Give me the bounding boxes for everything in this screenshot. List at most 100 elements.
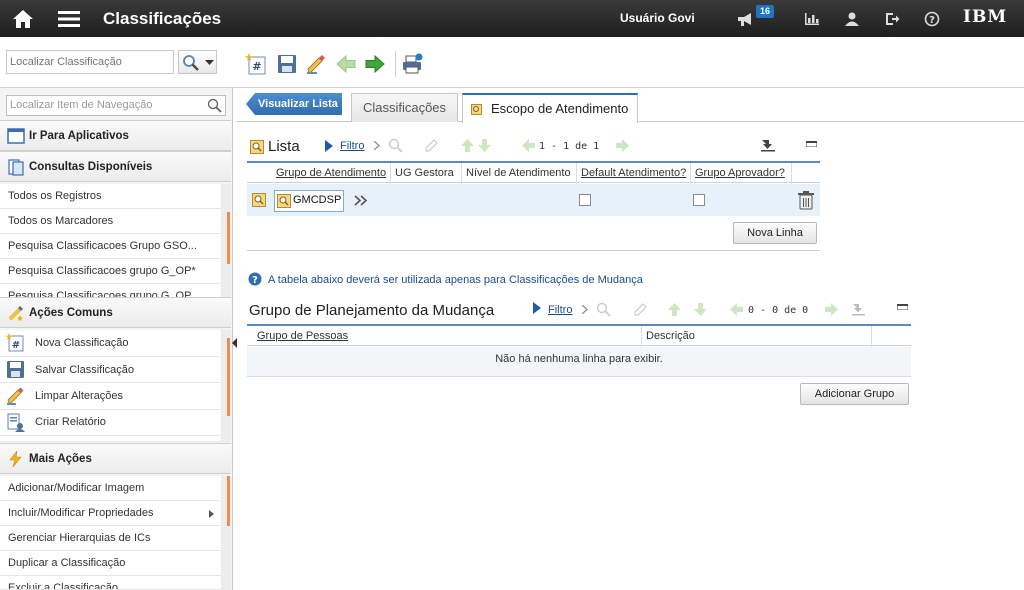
save-icon[interactable] — [276, 53, 298, 75]
divider — [247, 250, 820, 251]
table-row[interactable]: GMCDSP — [247, 184, 820, 216]
add-group-button[interactable]: Adicionar Grupo — [800, 383, 909, 405]
more-actions-section[interactable]: Mais Ações — [0, 443, 231, 474]
create-report-item[interactable]: Criar Relatório — [0, 410, 221, 436]
megaphone-icon[interactable] — [734, 0, 756, 37]
new-row-button[interactable]: Nova Linha — [733, 222, 817, 244]
row-detail-icon[interactable] — [252, 193, 266, 207]
lightning-icon — [9, 450, 22, 467]
home-icon[interactable] — [8, 0, 38, 37]
query-item[interactable]: Pesquisa Classificacoes Grupo GSO... — [0, 234, 221, 259]
previous-page-icon — [522, 139, 535, 152]
list-item — [0, 436, 221, 442]
common-actions-icon — [9, 305, 23, 321]
logout-icon[interactable] — [882, 0, 902, 37]
reports-icon[interactable] — [802, 0, 822, 37]
nav-search-input[interactable]: Localizar Item de Navegação — [6, 95, 226, 116]
query-item[interactable]: Todos os Marcadores — [0, 209, 221, 234]
column-header[interactable]: Grupo de Atendimento — [272, 163, 391, 184]
clear-changes-icon — [7, 387, 24, 405]
clear-changes-icon[interactable] — [305, 53, 327, 75]
service-group-value: GMCDSP — [293, 194, 342, 206]
queries-icon — [8, 158, 24, 176]
classification-search-input[interactable] — [6, 50, 174, 74]
search-options-button[interactable] — [178, 50, 217, 74]
tab-classifications[interactable]: Classificações — [351, 93, 458, 122]
next-page-icon — [616, 139, 629, 152]
planning-grid-header: Grupo de Pessoas Descrição — [247, 324, 911, 347]
minimize-icon[interactable] — [897, 304, 908, 310]
add-modify-image-item[interactable]: Adicionar/Modificar Imagem — [0, 476, 221, 501]
clear-changes-item[interactable]: Limpar Alterações — [0, 383, 221, 410]
download-icon[interactable] — [760, 139, 776, 152]
queries-scrollbar[interactable] — [221, 184, 231, 298]
top-bar: Classificações Usuário Govi 16 ? IBM — [0, 0, 1024, 37]
nav-search-icon[interactable] — [207, 98, 222, 113]
more-actions-scrollbar[interactable] — [221, 476, 231, 590]
empty-table-message: Não há nenhuma linha para exibir. — [247, 347, 911, 377]
available-queries-section[interactable]: Consultas Disponíveis — [0, 151, 231, 182]
next-arrow-icon[interactable] — [364, 53, 386, 75]
download-icon — [852, 304, 865, 316]
goto-applications-label: Ir Para Aplicativos — [29, 129, 129, 142]
notification-badge[interactable]: 16 — [756, 5, 775, 18]
planning-pager: 0 - 0 de 0 — [748, 305, 809, 316]
user-profile-icon[interactable] — [842, 0, 862, 37]
save-classification-item[interactable]: Salvar Classificação — [0, 357, 221, 383]
tab-scope-of-service[interactable]: Escopo de Atendimento — [462, 93, 638, 123]
chevron-down-icon — [205, 60, 214, 65]
delete-classification-item[interactable]: Excluir a Classificação — [0, 576, 221, 590]
common-actions-label: Ações Comuns — [29, 306, 113, 319]
previous-arrow-icon[interactable] — [335, 53, 357, 75]
new-record-icon[interactable]: # — [245, 53, 267, 75]
column-header[interactable]: Grupo de Pessoas — [253, 326, 642, 347]
add-modify-properties-item[interactable]: Incluir/Modificar Propriedades — [0, 501, 221, 526]
help-icon[interactable]: ? — [922, 0, 942, 37]
service-group-field[interactable]: GMCDSP — [274, 190, 344, 212]
manage-ci-hierarchies-item[interactable]: Gerenciar Hierarquias de ICs — [0, 526, 221, 551]
search-icon — [183, 55, 199, 71]
common-actions-section[interactable]: Ações Comuns — [0, 297, 231, 328]
info-help-icon: ? — [248, 272, 262, 286]
ibm-logo: IBM — [963, 7, 1008, 27]
clear-filter-icon — [425, 139, 438, 152]
planning-filter-link[interactable]: Filtro — [548, 304, 572, 316]
column-header[interactable]: Default Atendimento? — [577, 163, 691, 184]
query-item[interactable]: Todos os Registros — [0, 184, 221, 209]
previous-page-icon — [730, 303, 743, 316]
filter-arrow-icon[interactable] — [533, 302, 541, 314]
trash-icon[interactable] — [797, 190, 815, 210]
column-header[interactable]: Grupo Aprovador? — [691, 163, 792, 184]
column-header[interactable]: UG Gestora — [391, 163, 462, 184]
chevron-right-icon — [582, 305, 588, 314]
svg-text:#: # — [252, 60, 261, 73]
minimize-icon[interactable] — [806, 141, 817, 147]
view-list-button[interactable]: Visualizar Lista — [246, 93, 342, 115]
column-header[interactable]: Nível de Atendimento — [462, 163, 577, 184]
query-item[interactable]: Pesquisa Classificacoes grupo G_OP* — [0, 259, 221, 284]
available-queries-label: Consultas Disponíveis — [29, 160, 153, 173]
left-navigation: Localizar Item de Navegação Ir Para Apli… — [0, 88, 233, 590]
column-header[interactable]: Descrição — [642, 326, 872, 347]
arrow-up-icon — [668, 303, 681, 316]
user-name[interactable]: Usuário Govi — [620, 0, 695, 37]
main-content: Visualizar Lista Classificações Escopo d… — [237, 88, 1024, 590]
approver-group-checkbox[interactable] — [693, 194, 705, 206]
search-icon — [596, 302, 611, 317]
common-actions-scrollbar[interactable] — [221, 330, 231, 442]
tab-bar: Visualizar Lista Classificações Escopo d… — [237, 88, 1024, 123]
list-filter-link[interactable]: Filtro — [340, 140, 364, 152]
menu-icon[interactable] — [55, 0, 83, 37]
toolbar: # — [0, 37, 1024, 88]
default-service-checkbox[interactable] — [579, 194, 591, 206]
duplicate-classification-item[interactable]: Duplicar a Classificação — [0, 551, 221, 576]
filter-arrow-icon[interactable] — [325, 140, 333, 152]
new-classification-item[interactable]: # Nova Classificação — [0, 330, 221, 357]
arrow-down-icon — [694, 303, 707, 316]
list-table-icon — [250, 140, 264, 154]
chevron-right-icon — [374, 141, 380, 150]
double-chevron-right-icon[interactable] — [354, 195, 368, 206]
print-icon[interactable] — [401, 53, 423, 75]
query-item[interactable]: Pesquisa Classificacoes grupo G_OP... — [0, 284, 221, 298]
goto-applications-section[interactable]: Ir Para Aplicativos — [0, 120, 231, 151]
